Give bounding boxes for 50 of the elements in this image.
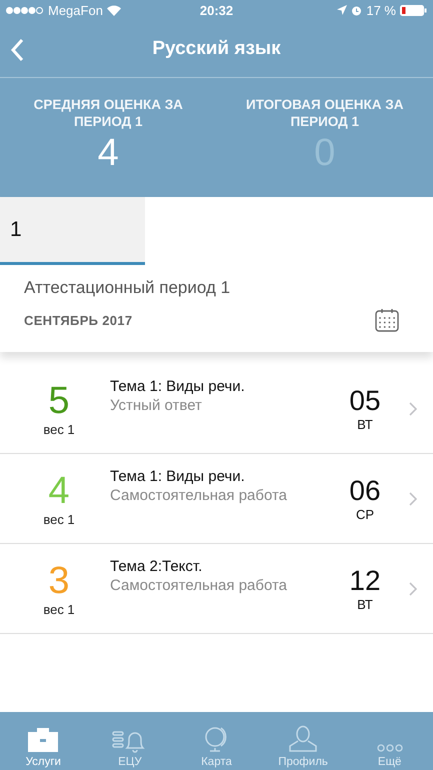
chevron-icon <box>409 582 417 596</box>
page-title: Русский язык <box>152 38 281 60</box>
summary-label: ИТОГОВАЯ ОЦЕНКА ЗА ПЕРИОД 1 <box>245 96 404 130</box>
back-icon[interactable] <box>10 38 24 62</box>
date-day: 06 <box>349 475 381 507</box>
grade-value: 4 <box>48 470 70 512</box>
grade-weight: вес 1 <box>43 512 75 527</box>
grade-row[interactable]: 4 вес 1 Тема 1: Виды речи. Самостоятельная работа 06 СР <box>0 454 433 544</box>
battery-percent: 17 % <box>366 2 396 18</box>
signal-icon <box>6 6 44 14</box>
weekday-label: СР <box>356 507 374 522</box>
alarm-icon <box>351 4 362 16</box>
briefcase-icon <box>27 727 60 753</box>
date-day: 12 <box>349 565 381 597</box>
chevron-icon <box>409 492 417 506</box>
lesson-topic: Тема 2:Текст. <box>110 558 204 575</box>
summary-label: СРЕДНЯЯ ОЦЕНКА ЗА ПЕРИОД 1 <box>32 96 184 130</box>
lesson-topic: Тема 1: Виды речи. <box>110 378 246 395</box>
month-label: СЕНТЯБРЬ 2017 <box>24 312 132 328</box>
location-icon <box>337 5 348 15</box>
grade-weight: вес 1 <box>43 422 75 437</box>
clock-time: 20:32 <box>200 2 234 18</box>
carrier-name: MegaFon <box>48 2 103 18</box>
grade-row[interactable]: 3 вес 1 Тема 2:Текст. Самостоятельная работа 12 ВТ <box>0 544 433 634</box>
work-type: Устный ответ <box>110 397 203 414</box>
battery-icon <box>400 4 427 16</box>
work-type: Самостоятельная работа <box>110 487 288 504</box>
summary-grade: 4 <box>98 132 119 175</box>
grade-value: 5 <box>48 380 70 422</box>
lesson-topic: Тема 1: Виды речи. <box>110 468 246 485</box>
grade-row[interactable]: 5 вес 1 Тема 1: Виды речи. Устный ответ 05 ВТ <box>0 364 433 454</box>
tab-bar-item[interactable]: Карта <box>173 712 260 770</box>
person-icon <box>288 725 318 753</box>
tab-bar-item[interactable]: Профиль <box>260 712 346 770</box>
globe-icon <box>203 725 230 753</box>
period-tab[interactable]: 1 <box>0 197 145 265</box>
tab-bar-item[interactable]: ЕЦУ <box>86 712 174 770</box>
grade-weight: вес 1 <box>43 602 75 617</box>
tab-bar-item[interactable]: Услуги <box>0 712 87 770</box>
period-title: Аттестационный период 1 <box>23 277 232 298</box>
weekday-label: ВТ <box>357 597 373 612</box>
calendar-icon[interactable] <box>375 308 399 332</box>
tab-bar-item[interactable]: Ещё <box>346 712 433 770</box>
chevron-icon <box>409 402 417 416</box>
grade-value: 3 <box>48 560 70 602</box>
date-day: 05 <box>349 385 381 417</box>
more-icon <box>376 743 403 753</box>
wifi-icon <box>106 4 121 16</box>
weekday-label: ВТ <box>357 417 373 432</box>
work-type: Самостоятельная работа <box>110 577 288 594</box>
